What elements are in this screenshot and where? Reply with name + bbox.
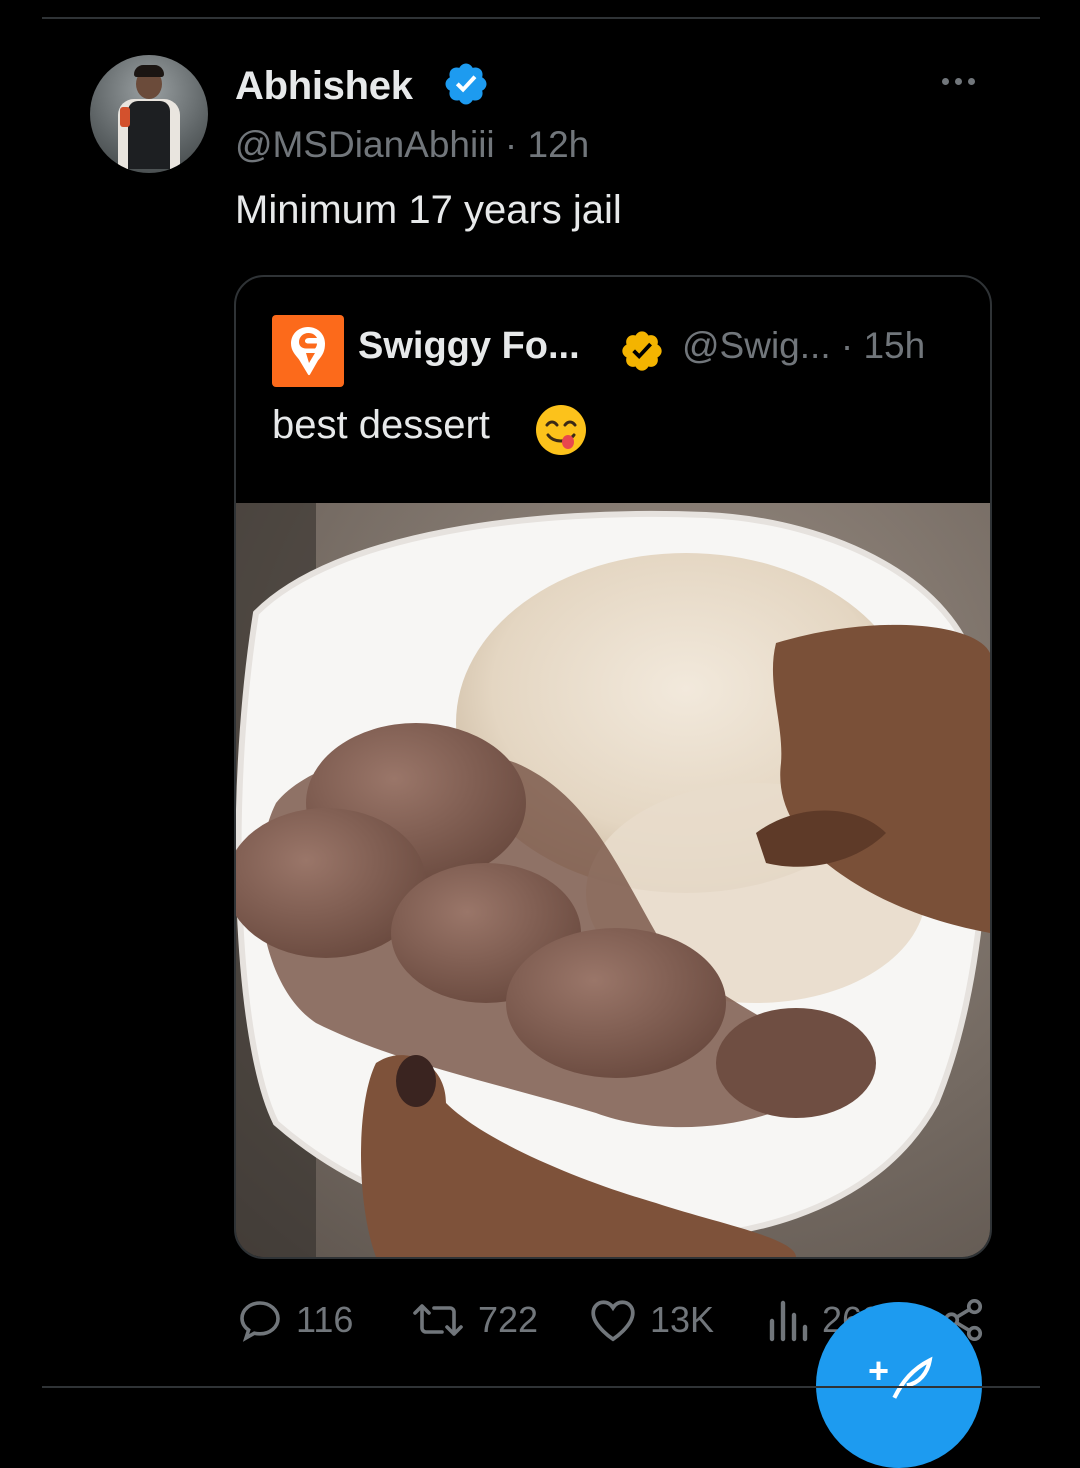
reply-button[interactable]: 116 <box>236 1295 353 1345</box>
feather-icon <box>892 1356 933 1399</box>
quoted-author-name[interactable]: Swiggy Fo... <box>358 325 580 368</box>
like-count: 13K <box>650 1299 715 1340</box>
author-handle-time[interactable]: @MSDianAbhiii · 12h <box>235 124 589 166</box>
top-divider <box>42 17 1040 19</box>
compose-button[interactable]: + <box>816 1302 982 1468</box>
repost-button[interactable]: 722 <box>410 1295 538 1345</box>
views-icon <box>769 1300 808 1342</box>
verified-badge-icon <box>445 63 487 105</box>
like-icon <box>591 1300 635 1342</box>
reply-count: 116 <box>296 1299 354 1340</box>
face-savoring-food-emoji-icon <box>536 405 586 455</box>
author-avatar[interactable] <box>90 55 208 173</box>
quoted-tweet-text: best dessert <box>272 403 490 447</box>
reply-icon <box>240 1301 280 1342</box>
swiggy-logo-icon <box>272 315 344 387</box>
author-name[interactable]: Abhishek <box>235 64 413 109</box>
repost-icon <box>413 1304 463 1336</box>
like-button[interactable]: 13K <box>588 1295 714 1345</box>
more-icon[interactable] <box>942 72 988 96</box>
avatar-vest <box>128 101 170 169</box>
avatar-hair <box>134 65 164 77</box>
quoted-tweet-card[interactable]: Swiggy Fo... @Swig... · 15h best dessert <box>234 275 992 1259</box>
dessert-photo[interactable] <box>236 503 990 1257</box>
repost-count: 722 <box>478 1299 539 1340</box>
quoted-handle-time[interactable]: @Swig... · 15h <box>682 325 925 367</box>
bottom-divider <box>42 1386 1040 1388</box>
avatar-accent <box>120 107 130 127</box>
verified-badge-icon <box>622 331 662 371</box>
tweet-text: Minimum 17 years jail <box>235 188 622 232</box>
